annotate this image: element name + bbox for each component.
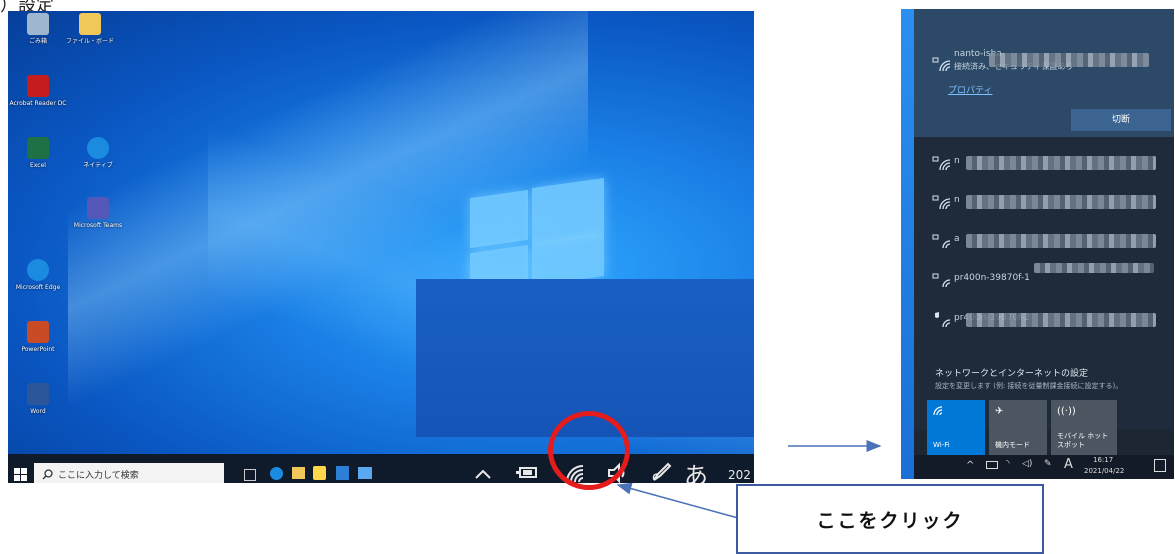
secured-wifi-icon [932,232,952,254]
blurred-text [966,195,1156,209]
secured-wifi-icon [932,193,952,215]
blurred-text [1034,263,1154,273]
arrow-to-wifi [616,482,739,519]
airplane-icon: ✈ [995,406,1004,417]
desktop-edge-strip [901,9,914,479]
network-item[interactable]: n [914,144,1174,184]
blurred-text [966,234,1156,248]
network-settings-description: 設定を変更します (例: 接続を従量制課金接続に設定する)。 [935,382,1123,390]
secured-wifi-icon [932,271,952,293]
network-item[interactable]: pr400n-39870f-1 [914,261,1174,301]
chevron-up-icon[interactable]: ^ [966,460,974,471]
battery-icon[interactable] [986,461,998,469]
clock-date[interactable]: 2021/04/22 [1084,467,1124,475]
wifi-icon [933,406,945,419]
airplane-mode-button[interactable]: ✈ 機内モード [989,400,1047,455]
network-name: a [954,234,960,244]
network-flyout-screenshot: nanto-isha 接続済み、セキュリティ保護あり プロパティ 切断 n n … [901,9,1174,479]
hotspot-icon: ((·)) [1057,406,1076,417]
secured-wifi-icon [932,154,952,176]
blurred-text [966,156,1156,170]
shield-wifi-icon [932,311,952,333]
network-name: pr400n-39870f-1 [954,273,1030,283]
network-item[interactable]: pr400n-39870f-2 [914,301,1174,341]
pen-icon[interactable]: ✎ [1044,459,1052,469]
mobile-hotspot-button[interactable]: ((·)) モバイル ホットスポット [1051,400,1117,455]
properties-link[interactable]: プロパティ [948,83,992,96]
network-name: n [954,156,960,166]
callout-box: ここをクリック [736,484,1044,554]
network-item[interactable]: n [914,183,1174,223]
flyout-taskbar: ^ ◝ ◁) ✎ A 16:17 2021/04/22 [914,455,1174,479]
speaker-icon[interactable]: ◁) [1022,459,1032,469]
blurred-text [989,53,1149,67]
network-item[interactable]: a [914,222,1174,262]
notification-icon[interactable] [1154,459,1166,472]
wifi-toggle-button[interactable]: Wi-Fi [927,400,985,455]
network-settings-link[interactable]: ネットワークとインターネットの設定 [935,366,1088,379]
disconnect-button[interactable]: 切断 [1071,109,1171,131]
blurred-text [966,313,1156,327]
secured-wifi-icon [932,55,952,77]
wifi-icon[interactable]: ◝ [1006,459,1010,469]
ime-indicator[interactable]: A [1064,457,1073,472]
network-name: n [954,195,960,205]
clock-time[interactable]: 16:17 [1093,456,1113,464]
callout-text: ここをクリック [816,510,964,532]
